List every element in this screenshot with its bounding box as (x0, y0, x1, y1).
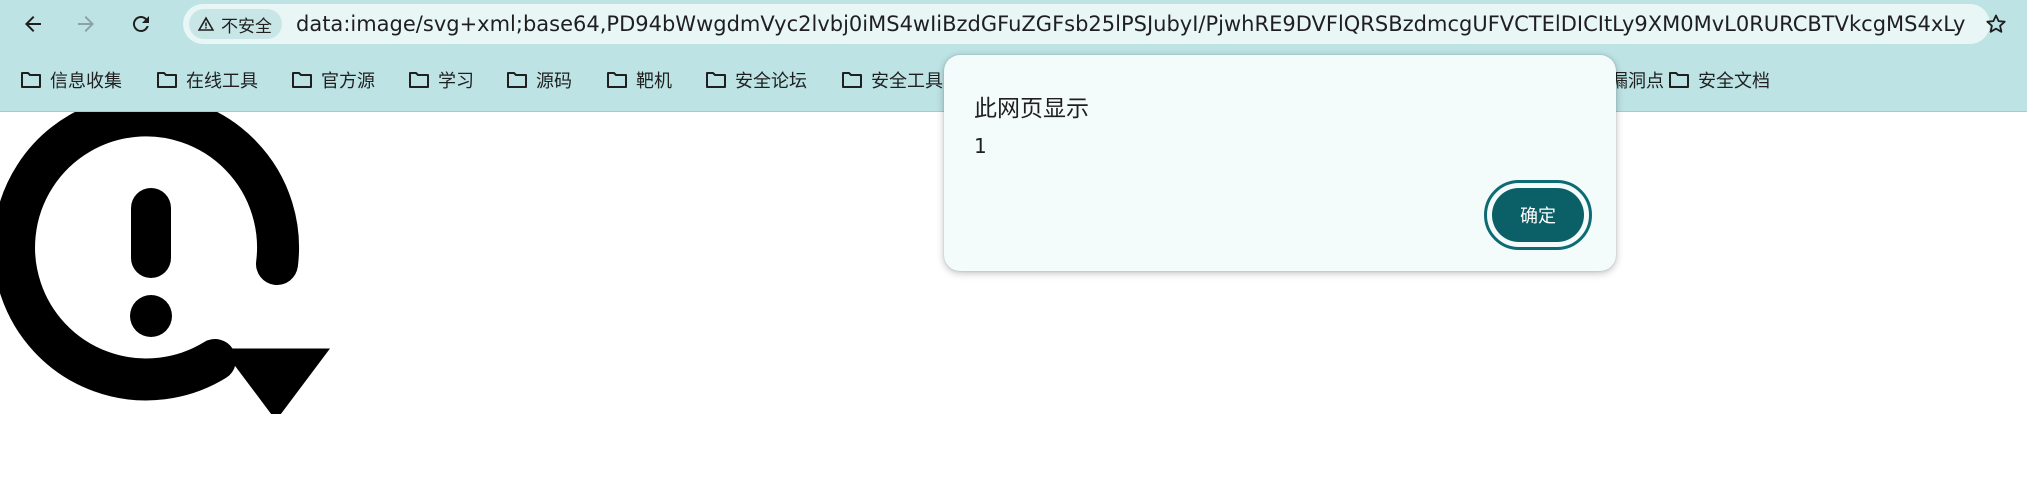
security-indicator[interactable]: 不安全 (189, 9, 282, 39)
bookmark-folder[interactable]: 在线工具 (156, 66, 258, 94)
dialog-title: 此网页显示 (974, 96, 1089, 122)
bookmark-folder[interactable]: 源码 (506, 66, 572, 94)
reload-icon (132, 15, 149, 32)
folder-icon (1669, 72, 1689, 88)
bookmark-label: 靶机 (636, 71, 672, 92)
bookmark-label: 学习 (438, 71, 474, 92)
bookmark-label: 在线工具 (186, 71, 258, 92)
folder-icon (607, 72, 627, 88)
bookmark-star-button[interactable] (1980, 8, 2012, 40)
url-rest: :image/svg+xml;base64,PD94bWwgdmVyc2lvbj… (343, 12, 1966, 36)
folder-icon (292, 72, 312, 88)
bookmark-label: 安全论坛 (735, 71, 807, 92)
star-icon (1986, 14, 2006, 33)
alert-dialog: 此网页显示 1 确定 (944, 55, 1616, 271)
bookmark-folder[interactable]: 靶机 (606, 66, 672, 94)
bookmark-label: 漏洞点 (1610, 71, 1664, 92)
address-bar[interactable]: 不安全 data:image/svg+xml;base64,PD94bWwgdm… (183, 4, 1990, 44)
update-warning-icon (0, 112, 330, 414)
arrow-right-icon (78, 16, 94, 32)
ok-button[interactable]: 确定 (1492, 188, 1584, 242)
ok-button-focus-ring: 确定 (1484, 180, 1592, 250)
bookmark-label: 官方源 (321, 71, 375, 92)
bookmark-folder[interactable]: 信息收集 (20, 66, 122, 94)
browser-toolbar: 不安全 data:image/svg+xml;base64,PD94bWwgdm… (0, 0, 2027, 48)
bookmark-folder[interactable]: 安全文档 (1668, 66, 1770, 94)
folder-icon (507, 72, 527, 88)
dialog-message: 1 (974, 134, 987, 158)
bookmark-label: 信息收集 (50, 71, 122, 92)
bookmark-folder[interactable]: 官方源 (291, 66, 375, 94)
bookmark-label: 安全文档 (1698, 71, 1770, 92)
folder-icon (157, 72, 177, 88)
folder-icon (409, 72, 429, 88)
bookmark-label: 源码 (536, 71, 572, 92)
url-text[interactable]: data:image/svg+xml;base64,PD94bWwgdmVyc2… (296, 12, 1966, 36)
security-label: 不安全 (221, 16, 272, 37)
warning-icon (197, 16, 215, 31)
folder-icon (21, 72, 41, 88)
bookmark-label: 安全工具 (871, 71, 943, 92)
reload-button[interactable] (125, 8, 157, 40)
back-button[interactable] (17, 8, 49, 40)
folder-icon (706, 72, 726, 88)
bookmark-folder[interactable]: 安全工具 (841, 66, 943, 94)
folder-icon (842, 72, 862, 88)
url-scheme: data (296, 12, 344, 36)
forward-button[interactable] (70, 8, 102, 40)
arrow-left-icon (25, 16, 41, 32)
bookmark-folder[interactable]: 学习 (408, 66, 474, 94)
bookmark-folder[interactable]: 安全论坛 (705, 66, 807, 94)
